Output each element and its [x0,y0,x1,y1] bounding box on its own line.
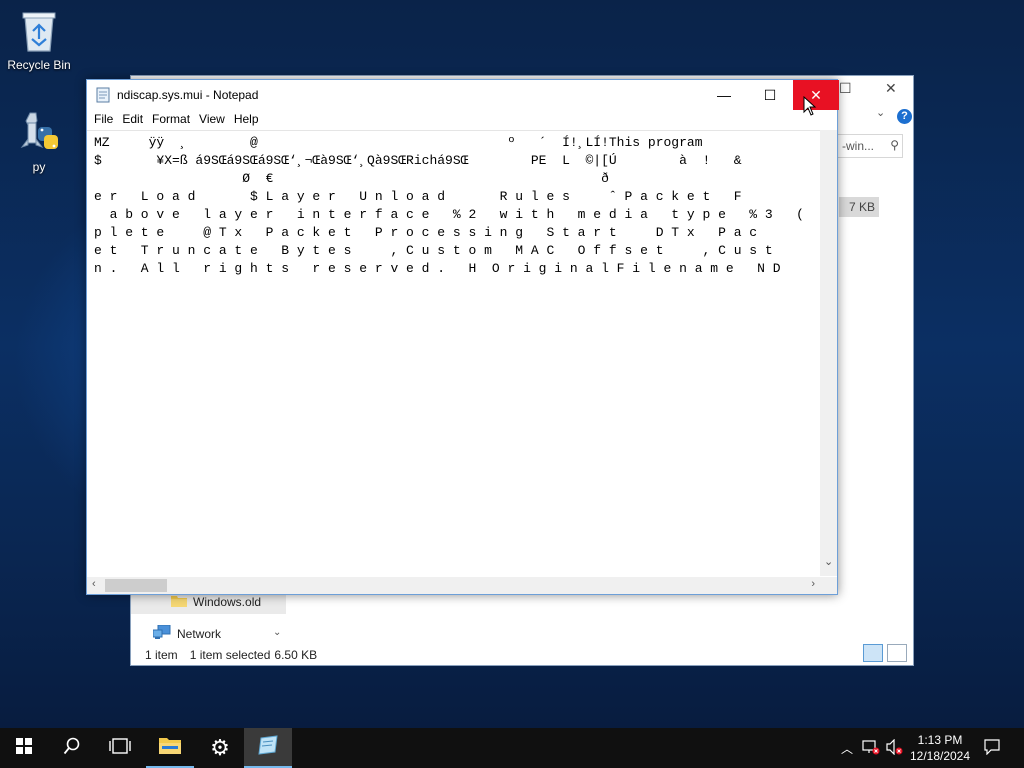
menu-edit[interactable]: Edit [122,110,150,130]
file-explorer-taskbar-button[interactable] [146,728,194,768]
volume-muted-icon [886,738,904,758]
view-switcher [863,644,907,662]
task-view-icon [109,737,131,759]
network-disconnected-icon [862,739,880,758]
clock[interactable]: 1:13 PM 12/18/2024 [904,732,976,764]
status-bar: 1 item 1 item selected 6.50 KB [145,648,317,662]
horizontal-scroll-thumb[interactable] [105,579,167,592]
text-line: p l e t e @ T x P a c k e t P r o c e s … [94,225,758,240]
help-icon[interactable]: ? [897,109,912,124]
chevron-up-icon: ︿ [840,741,853,756]
vertical-scrollbar[interactable]: ⌄ [820,130,837,576]
scrollbar-corner [820,577,837,594]
show-hidden-icons-button[interactable]: ︿ [838,728,856,768]
text-editor[interactable]: MZ ÿÿ ¸ @ º ´ Í!¸LÍ!This program $ ¥X=ß … [87,130,821,576]
explorer-close-button[interactable]: ✕ [885,80,897,97]
maximize-button[interactable]: ☐ [747,80,793,110]
text-line: a b o v e l a y e r i n t e r f a c e % … [94,207,804,222]
menu-format[interactable]: Format [152,110,197,130]
windows-logo-icon [16,737,32,759]
text-line: n . A l l r i g h t s r e s e r v e d . … [94,261,781,276]
nav-item-windows-old[interactable]: Windows.old [171,594,261,610]
minimize-button[interactable]: — [701,80,747,110]
nav-item-label: Windows.old [193,595,262,609]
folder-icon [171,594,187,610]
search-text: -win... [842,139,875,153]
menu-file[interactable]: File [94,110,120,130]
status-item-count: 1 item [145,648,178,662]
python-icon [16,110,62,156]
taskbar: ⚙ ︿ 1:13 PM 12/18/2024 [0,728,1024,768]
nav-item-network[interactable]: Network [152,624,222,643]
scroll-left-icon[interactable]: ‹ [92,578,96,590]
menu-view[interactable]: View [199,110,232,130]
search-icon [63,737,81,760]
recycle-bin-icon [16,8,62,54]
menu-help[interactable]: Help [234,110,266,130]
notepad-window[interactable]: ndiscap.sys.mui - Notepad — ☐ ✕ File Edi… [86,79,839,595]
search-icon: ⚲ [890,138,899,152]
settings-taskbar-button[interactable]: ⚙ [196,728,244,768]
desktop-icon-py[interactable]: py [1,110,77,174]
clock-date: 12/18/2024 [909,749,971,763]
clock-time: 1:13 PM [917,733,963,747]
mouse-cursor-icon [803,95,817,116]
notepad-titlebar[interactable]: ndiscap.sys.mui - Notepad — ☐ ✕ [87,80,839,110]
large-icons-view-button[interactable] [887,644,907,662]
chevron-down-icon[interactable]: ⌄ [876,106,885,119]
status-selected: 1 item selected [189,648,271,662]
nav-item-label: Network [177,627,222,641]
text-line: MZ ÿÿ ¸ @ º ´ Í!¸LÍ!This program [94,135,703,150]
text-line: Ø € ð [94,171,609,186]
network-icon [152,624,171,643]
start-button[interactable] [0,728,48,768]
notepad-icon [96,87,110,103]
text-line: e r L o a d $ L a y e r U n l o a d R u … [94,189,742,204]
task-view-button[interactable] [96,728,144,768]
file-size-cell: 7 KB [839,197,879,217]
menu-bar: File Edit Format View Help [87,110,837,130]
search-button[interactable] [48,728,96,768]
text-line: $ ¥X=ß á9SŒá9SŒá9SŒ‘¸¬Œà9SŒ‘¸Qà9SŒRichá9… [94,153,781,168]
desktop-icon-label: Recycle Bin [7,58,71,72]
minimize-icon: — [717,87,731,103]
notification-icon [984,738,1000,758]
action-center-button[interactable] [980,728,1004,768]
file-explorer-icon [159,736,181,759]
details-view-button[interactable] [863,644,883,662]
chevron-down-icon[interactable]: ⌄ [273,627,281,638]
search-input[interactable]: -win... ⚲ [837,134,903,158]
status-size: 6.50 KB [274,648,318,662]
settings-icon: ⚙ [210,735,230,760]
window-title: ndiscap.sys.mui - Notepad [117,88,259,102]
desktop-icon-recycle-bin[interactable]: Recycle Bin [1,8,77,72]
text-line: e t T r u n c a t e B y t e s , C u s t … [94,243,773,258]
explorer-maximize-button[interactable]: ☐ [839,80,852,97]
horizontal-scrollbar[interactable]: ‹ › [87,577,821,594]
desktop-icon-label: py [32,160,46,174]
scroll-right-icon[interactable]: › [811,578,815,590]
volume-tray-button[interactable] [884,728,906,768]
notepad-icon [257,734,279,760]
maximize-icon: ☐ [763,86,777,103]
notepad-taskbar-button[interactable] [244,728,292,768]
scroll-down-icon[interactable]: ⌄ [824,555,833,568]
network-tray-button[interactable] [860,728,882,768]
